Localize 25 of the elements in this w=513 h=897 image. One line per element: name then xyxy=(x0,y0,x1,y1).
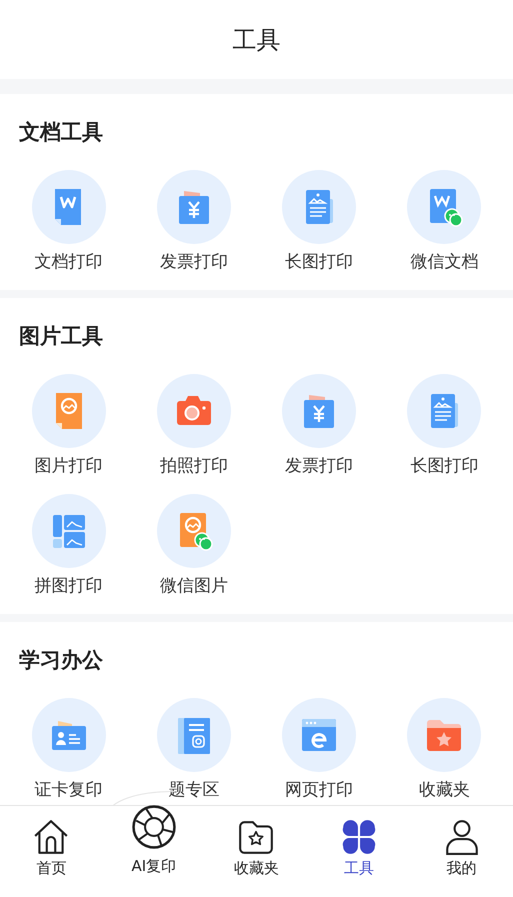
tool-button[interactable]: 图片打印 xyxy=(6,374,132,478)
tool-button[interactable]: 题专区 xyxy=(131,698,256,802)
home-icon xyxy=(32,818,70,856)
section-title: 学习办公 xyxy=(18,647,104,674)
tab-bar-item[interactable]: AI复印 xyxy=(102,806,206,897)
tab-bar-item[interactable]: 收藏夹 xyxy=(205,806,308,897)
tool-button[interactable]: 拼图打印 xyxy=(6,494,132,598)
tab-bar-item[interactable]: 我的 xyxy=(410,806,513,897)
tool-button[interactable]: 发票打印 xyxy=(131,170,256,274)
section-title: 文档工具 xyxy=(18,119,104,146)
tab-bar-item[interactable]: 工具 xyxy=(308,806,410,897)
tool-button[interactable]: 发票打印 xyxy=(256,374,382,478)
section-title: 图片工具 xyxy=(18,323,104,350)
tool-button[interactable]: 证卡复印 xyxy=(6,698,132,802)
tool-button[interactable]: 文档打印 xyxy=(6,170,132,274)
tool-button[interactable]: 拍照打印 xyxy=(131,374,256,478)
tool-button[interactable]: 长图打印 xyxy=(382,374,507,478)
tool-button[interactable]: 微信图片 xyxy=(131,494,256,598)
tab-bar-item[interactable]: 首页 xyxy=(0,806,103,897)
tool-button[interactable]: 微信文档 xyxy=(382,170,507,274)
tool-button[interactable]: 收藏夹 xyxy=(382,698,507,802)
favorites-icon xyxy=(237,818,276,856)
page-title: 工具 xyxy=(232,24,280,56)
tool-button[interactable]: 长图打印 xyxy=(256,170,382,274)
tool-button[interactable]: 网页打印 xyxy=(256,698,382,802)
